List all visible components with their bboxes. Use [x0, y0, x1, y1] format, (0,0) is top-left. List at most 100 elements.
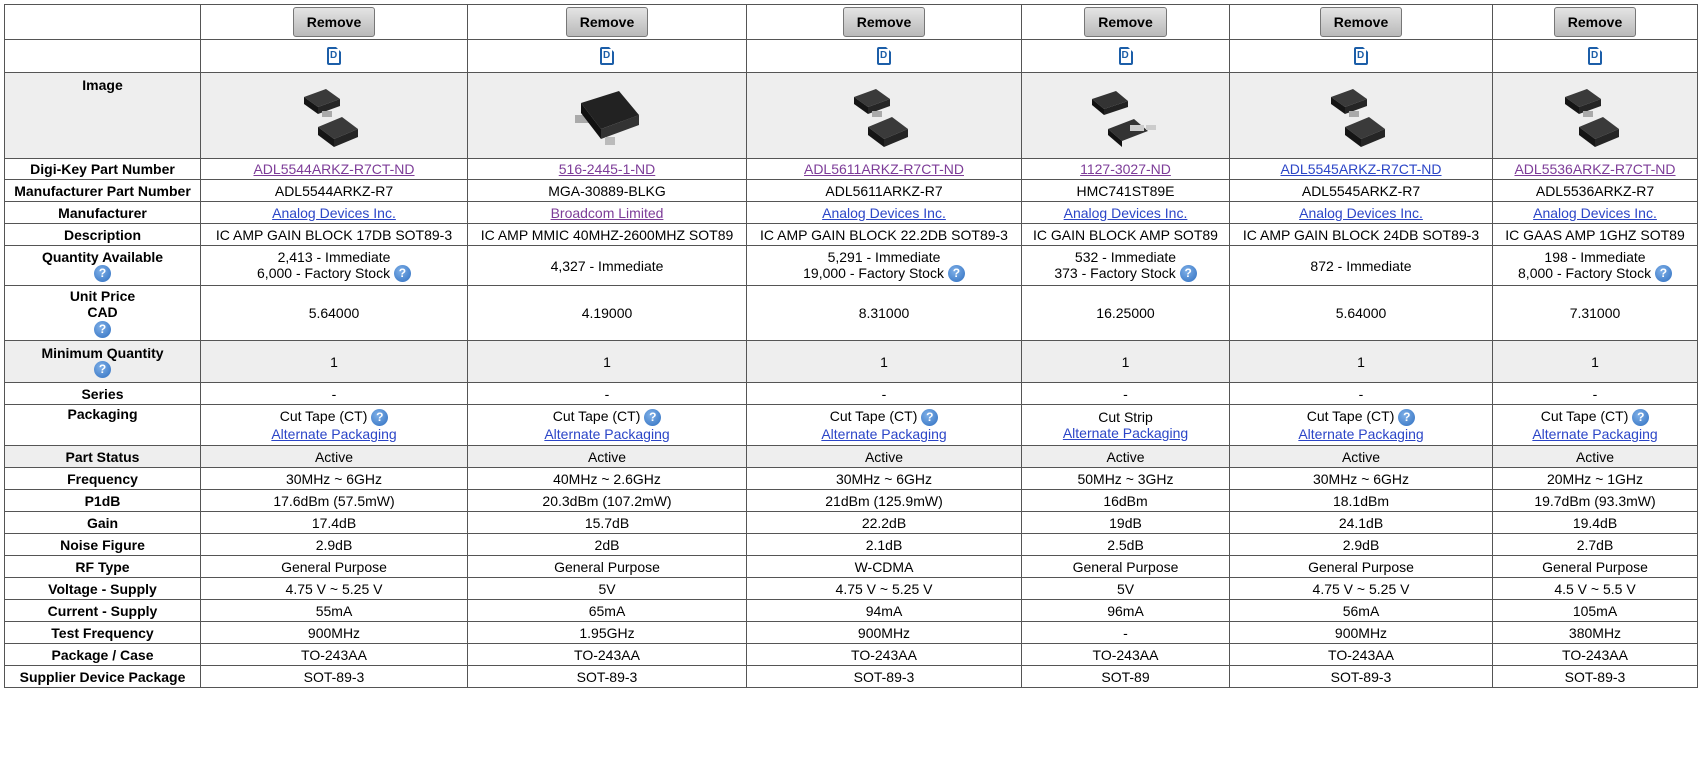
manufacturer-link[interactable]: Analog Devices Inc.	[1533, 205, 1657, 221]
digikey-part-link[interactable]: ADL5544ARKZ-R7CT-ND	[253, 161, 414, 177]
remove-button[interactable]: Remove	[1553, 7, 1637, 37]
row-label-text: Quantity Available	[41, 248, 164, 265]
help-icon[interactable]: ?	[1654, 265, 1672, 283]
row-label-frequency: Frequency	[4, 467, 201, 490]
cell-description: IC GAAS AMP 1GHZ SOT89	[1492, 223, 1698, 246]
alternate-packaging-link[interactable]: Alternate Packaging	[544, 426, 669, 442]
remove-button[interactable]: Remove	[842, 7, 926, 37]
digikey-part-link[interactable]: 516-2445-1-ND	[559, 161, 656, 177]
cell-series: -	[467, 382, 747, 405]
min-quantity: 1	[1121, 353, 1130, 370]
row-label-rf-type: RF Type	[4, 555, 201, 578]
part-status: Active	[1575, 448, 1615, 465]
remove-button[interactable]: Remove	[292, 7, 376, 37]
row-current-supply: Current - Supply 55mA 65mA 94mA 96mA 56mA 105m…	[4, 599, 1698, 622]
cell-rf-type: W-CDMA	[746, 555, 1022, 578]
digikey-part-link[interactable]: 1127-3027-ND	[1080, 161, 1171, 177]
row-label-text: Supplier Device Package	[19, 668, 186, 685]
remove-button[interactable]: Remove	[1084, 7, 1167, 37]
row-label-test-frequency: Test Frequency	[4, 621, 201, 644]
help-icon[interactable]: ?	[947, 265, 965, 283]
cell-mfr-pn: ADL5536ARKZ-R7	[1492, 179, 1698, 202]
description: IC AMP GAIN BLOCK 17DB SOT89-3	[215, 226, 453, 243]
manufacturer-link[interactable]: Analog Devices Inc.	[1064, 205, 1188, 221]
current-supply: 56mA	[1342, 602, 1380, 619]
cell-noise-figure: 2.9dB	[200, 533, 468, 556]
manufacturer-link[interactable]: Broadcom Limited	[551, 205, 664, 221]
manufacturer-link[interactable]: Analog Devices Inc.	[822, 205, 946, 221]
supplier-device-package: SOT-89-3	[576, 668, 638, 685]
datasheet-pdf-icon[interactable]	[1118, 47, 1133, 66]
gain: 19.4dB	[1572, 514, 1618, 531]
rf-type: W-CDMA	[854, 558, 914, 575]
help-icon[interactable]: ?	[1398, 408, 1416, 426]
row-description: Description IC AMP GAIN BLOCK 17DB SOT89-…	[4, 223, 1698, 246]
cell-rf-type: General Purpose	[200, 555, 468, 578]
datasheet-pdf-icon[interactable]	[1588, 47, 1602, 66]
digikey-part-link[interactable]: ADL5545ARKZ-R7CT-ND	[1280, 161, 1441, 177]
qty-immediate: 4,327 - Immediate	[550, 257, 664, 274]
part-image	[1565, 88, 1619, 147]
help-icon[interactable]: ?	[371, 408, 389, 426]
p1db: 16dBm	[1103, 492, 1148, 509]
part-image	[575, 90, 639, 145]
cell-rf-type: General Purpose	[467, 555, 747, 578]
cell-frequency: 50MHz ~ 3GHz	[1021, 467, 1230, 490]
row-label-noise-figure: Noise Figure	[4, 533, 201, 556]
digikey-part-link[interactable]: ADL5536ARKZ-R7CT-ND	[1514, 161, 1675, 177]
alternate-packaging-link[interactable]: Alternate Packaging	[821, 426, 946, 442]
cell-test-frequency: 380MHz	[1492, 621, 1698, 644]
row-label-text: Image	[82, 77, 123, 93]
help-icon[interactable]: ?	[644, 408, 662, 426]
remove-button[interactable]: Remove	[1319, 7, 1403, 37]
datasheet-pdf-icon[interactable]	[600, 47, 614, 66]
current-supply: 55mA	[315, 602, 353, 619]
help-icon[interactable]: ?	[1632, 408, 1650, 426]
cell-package-case: TO-243AA	[1021, 643, 1230, 666]
cell-manufacturer: Analog Devices Inc.	[1492, 201, 1698, 224]
cell-voltage-supply: 4.75 V ~ 5.25 V	[746, 577, 1022, 600]
row-part-status: Part Status Active Active Active Active Activ…	[4, 445, 1698, 468]
cell-manufacturer: Broadcom Limited	[467, 201, 747, 224]
alternate-packaging-link[interactable]: Alternate Packaging	[271, 426, 396, 442]
row-label-text: Voltage - Supply	[48, 580, 157, 597]
manufacturer-link[interactable]: Analog Devices Inc.	[1299, 205, 1423, 221]
help-icon[interactable]: ?	[921, 408, 939, 426]
cell-package-case: TO-243AA	[746, 643, 1022, 666]
part-status: Active	[1106, 448, 1145, 465]
alternate-packaging-link[interactable]: Alternate Packaging	[1063, 425, 1188, 441]
cell-quantity-available: 5,291 - Immediate 19,000 - Factory Stock …	[746, 245, 1022, 286]
supplier-device-package: SOT-89-3	[1330, 668, 1392, 685]
qty-immediate: 198 - Immediate	[1544, 248, 1646, 265]
row-label-text: CAD	[87, 304, 118, 321]
cell-series: -	[1492, 382, 1698, 405]
help-icon[interactable]: ?	[393, 265, 411, 283]
help-icon[interactable]: ?	[94, 320, 111, 338]
cell-mfr-pn: ADL5545ARKZ-R7	[1229, 179, 1493, 202]
help-icon[interactable]: ?	[94, 265, 111, 283]
datasheet-pdf-icon[interactable]	[327, 47, 341, 66]
cell-unit-price: 5.64000	[1229, 285, 1493, 341]
row-remove: Remove Remove Remove Remove Remove Remove	[4, 4, 1698, 40]
cell-test-frequency: 900MHz	[1229, 621, 1493, 644]
row-mfr-pn: Manufacturer Part Number ADL5544ARKZ-R7 MG…	[4, 179, 1698, 202]
manufacturer-link[interactable]: Analog Devices Inc.	[272, 205, 396, 221]
current-supply: 96mA	[1107, 602, 1144, 619]
datasheet-pdf-icon[interactable]	[1354, 47, 1368, 66]
cell-rf-type: General Purpose	[1229, 555, 1493, 578]
cell-frequency: 30MHz ~ 6GHz	[746, 467, 1022, 490]
datasheet-pdf-icon[interactable]	[877, 47, 891, 66]
cell-image	[746, 72, 1022, 159]
alternate-packaging-link[interactable]: Alternate Packaging	[1298, 426, 1423, 442]
packaging: Cut Tape (CT)	[279, 408, 368, 425]
row-label-current-supply: Current - Supply	[4, 599, 201, 622]
rf-type: General Purpose	[1308, 558, 1414, 575]
remove-button[interactable]: Remove	[565, 7, 649, 37]
help-icon[interactable]: ?	[1179, 265, 1197, 283]
help-icon[interactable]: ?	[94, 361, 111, 379]
cell-manufacturer: Analog Devices Inc.	[1021, 201, 1230, 224]
package-case: TO-243AA	[301, 646, 367, 663]
cell-noise-figure: 2dB	[467, 533, 747, 556]
alternate-packaging-link[interactable]: Alternate Packaging	[1532, 426, 1657, 442]
digikey-part-link[interactable]: ADL5611ARKZ-R7CT-ND	[804, 161, 964, 177]
